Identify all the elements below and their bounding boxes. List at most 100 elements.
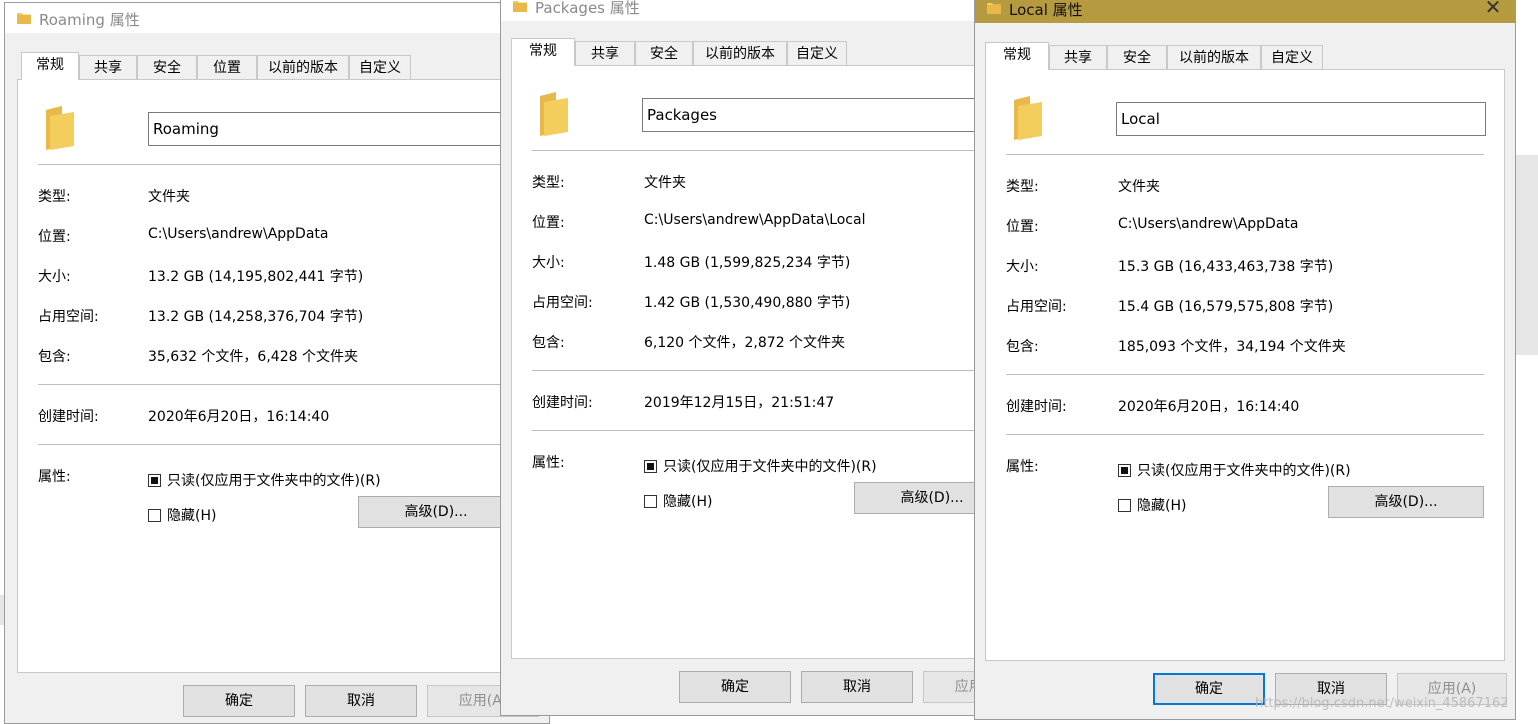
divider: [532, 150, 1010, 151]
checkbox-mixed-icon: [644, 460, 657, 473]
readonly-checkbox[interactable]: 只读(仅应用于文件夹中的文件)(R): [644, 456, 877, 476]
tab-previous-versions[interactable]: 以前的版本: [693, 41, 787, 65]
general-panel: 类型: 文件夹 位置: C:\Users\andrew\AppData 大小: …: [17, 79, 547, 673]
hidden-checkbox[interactable]: 隐藏(H): [644, 491, 712, 511]
size-value: 13.2 GB (14,195,802,441 字节): [148, 269, 364, 285]
tab-general[interactable]: 常规: [511, 38, 575, 66]
ok-button[interactable]: 确定: [679, 671, 791, 703]
location-label: 位置:: [38, 229, 71, 245]
created-value: 2019年12月15日，21:51:47: [644, 395, 835, 411]
hidden-label: 隐藏(H): [1137, 498, 1187, 514]
location-label: 位置:: [1006, 219, 1039, 235]
folder-icon: [513, 0, 527, 12]
tab-previous-versions[interactable]: 以前的版本: [257, 55, 349, 79]
location-label: 位置:: [532, 215, 565, 231]
folder-name-input[interactable]: [1116, 102, 1486, 136]
tab-security[interactable]: 安全: [137, 55, 197, 79]
type-value: 文件夹: [148, 189, 190, 205]
roaming-titlebar[interactable]: Roaming 属性: [5, 3, 549, 33]
divider: [1006, 374, 1484, 375]
tab-security[interactable]: 安全: [635, 41, 693, 65]
checkbox-empty-icon: [1118, 499, 1131, 512]
desktop-strip-right: [1516, 155, 1538, 355]
readonly-label: 只读(仅应用于文件夹中的文件)(R): [1137, 463, 1351, 479]
window-title: Local 属性: [1009, 1, 1083, 19]
type-label: 类型:: [38, 189, 71, 205]
local-titlebar[interactable]: Local 属性 ✕: [975, 0, 1515, 23]
tab-customize[interactable]: 自定义: [349, 55, 411, 79]
type-label: 类型:: [1006, 179, 1039, 195]
size-value: 15.3 GB (16,433,463,738 字节): [1118, 259, 1334, 275]
checkbox-empty-icon: [644, 495, 657, 508]
folder-name-input[interactable]: [642, 98, 1010, 132]
hidden-checkbox[interactable]: 隐藏(H): [1118, 495, 1186, 515]
hidden-label: 隐藏(H): [663, 494, 713, 510]
divider: [1006, 434, 1484, 435]
attributes-label: 属性:: [38, 469, 71, 485]
type-label: 类型:: [532, 175, 565, 191]
general-panel: 类型: 文件夹 位置: C:\Users\andrew\AppData 大小: …: [985, 69, 1505, 661]
location-value: C:\Users\andrew\AppData: [1118, 216, 1299, 232]
readonly-checkbox[interactable]: 只读(仅应用于文件夹中的文件)(R): [1118, 460, 1351, 480]
tab-strip: 常规 共享 安全 以前的版本 自定义: [985, 42, 1505, 70]
location-value: C:\Users\andrew\AppData\Local: [644, 212, 866, 228]
watermark: https://blog.csdn.net/weixin_45867162: [1255, 696, 1509, 711]
folder-name-input[interactable]: [148, 112, 546, 146]
readonly-label: 只读(仅应用于文件夹中的文件)(R): [663, 459, 877, 475]
tab-previous-versions[interactable]: 以前的版本: [1167, 45, 1261, 69]
attributes-label: 属性:: [1006, 459, 1039, 475]
tab-strip: 常规 共享 安全 位置 以前的版本 自定义: [21, 52, 521, 80]
checkbox-mixed-icon: [1118, 464, 1131, 477]
created-value: 2020年6月20日，16:14:40: [148, 409, 330, 425]
readonly-label: 只读(仅应用于文件夹中的文件)(R): [167, 473, 381, 489]
type-value: 文件夹: [644, 175, 686, 191]
folder-icon: [538, 92, 570, 136]
checkbox-mixed-icon: [148, 474, 161, 487]
contains-label: 包含:: [532, 335, 565, 351]
hidden-label: 隐藏(H): [167, 508, 217, 524]
window-title: Packages 属性: [535, 0, 640, 17]
checkbox-empty-icon: [148, 509, 161, 522]
tab-customize[interactable]: 自定义: [787, 41, 847, 65]
ok-button[interactable]: 确定: [183, 685, 295, 717]
advanced-button[interactable]: 高级(D)...: [358, 496, 514, 528]
created-value: 2020年6月20日，16:14:40: [1118, 399, 1300, 415]
hidden-checkbox[interactable]: 隐藏(H): [148, 505, 216, 525]
readonly-checkbox[interactable]: 只读(仅应用于文件夹中的文件)(R): [148, 470, 381, 490]
size-on-disk-value: 13.2 GB (14,258,376,704 字节): [148, 309, 364, 325]
roaming-properties-dialog: Roaming 属性 常规 共享 安全 位置 以前的版本 自定义 类型: 文件夹…: [4, 2, 550, 724]
tab-sharing[interactable]: 共享: [1049, 45, 1107, 69]
window-title: Roaming 属性: [39, 11, 140, 29]
tab-security[interactable]: 安全: [1107, 45, 1167, 69]
size-on-disk-label: 占用空间:: [1006, 299, 1067, 315]
cancel-button[interactable]: 取消: [305, 685, 417, 717]
advanced-button[interactable]: 高级(D)...: [1328, 486, 1484, 518]
contains-value: 6,120 个文件，2,872 个文件夹: [644, 335, 846, 351]
tab-general[interactable]: 常规: [985, 42, 1049, 70]
tab-sharing[interactable]: 共享: [575, 41, 635, 65]
size-label: 大小:: [38, 269, 71, 285]
close-icon[interactable]: ✕: [1481, 0, 1505, 19]
folder-icon: [1012, 96, 1044, 140]
tab-general[interactable]: 常规: [21, 52, 79, 80]
created-label: 创建时间:: [1006, 399, 1067, 415]
packages-titlebar[interactable]: Packages 属性: [501, 0, 1019, 21]
local-properties-dialog: Local 属性 ✕ 常规 共享 安全 以前的版本 自定义 类型: 文件夹 位置…: [974, 0, 1516, 720]
divider: [38, 164, 546, 165]
size-on-disk-label: 占用空间:: [38, 309, 99, 325]
folder-icon: [44, 106, 76, 150]
created-label: 创建时间:: [532, 395, 593, 411]
general-panel: 类型: 文件夹 位置: C:\Users\andrew\AppData\Loca…: [511, 65, 1011, 659]
tab-location[interactable]: 位置: [197, 55, 257, 79]
cancel-button[interactable]: 取消: [801, 671, 913, 703]
size-on-disk-label: 占用空间:: [532, 295, 593, 311]
size-on-disk-value: 15.4 GB (16,579,575,808 字节): [1118, 299, 1334, 315]
divider: [532, 370, 1010, 371]
contains-value: 185,093 个文件，34,194 个文件夹: [1118, 339, 1346, 355]
ok-button[interactable]: 确定: [1153, 673, 1265, 705]
type-value: 文件夹: [1118, 179, 1160, 195]
tab-customize[interactable]: 自定义: [1261, 45, 1323, 69]
tab-sharing[interactable]: 共享: [79, 55, 137, 79]
divider: [38, 384, 546, 385]
tab-strip: 常规 共享 安全 以前的版本 自定义: [511, 38, 1011, 66]
